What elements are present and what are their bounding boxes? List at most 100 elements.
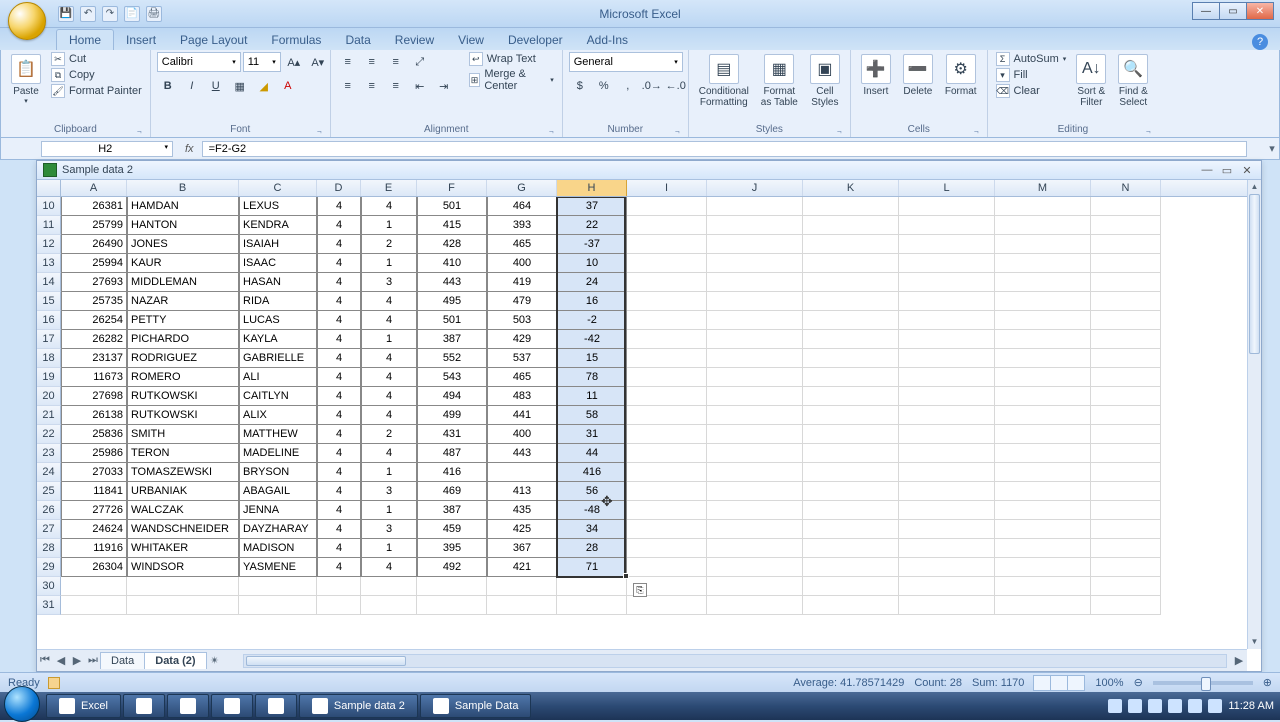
autosum-button[interactable]: ΣAutoSum▾ — [994, 52, 1069, 66]
cell[interactable] — [1091, 311, 1161, 330]
cell[interactable] — [417, 596, 487, 615]
cell[interactable]: 4 — [361, 558, 417, 577]
cell[interactable] — [707, 216, 803, 235]
cell[interactable] — [803, 197, 899, 216]
cell[interactable] — [899, 254, 995, 273]
cell[interactable] — [627, 197, 707, 216]
taskbar-item[interactable] — [255, 694, 297, 718]
cell[interactable]: 26490 — [61, 235, 127, 254]
cell[interactable] — [627, 501, 707, 520]
cell[interactable]: MADISON — [239, 539, 317, 558]
cell[interactable]: 3 — [361, 520, 417, 539]
cell[interactable] — [239, 577, 317, 596]
taskbar-item[interactable]: Sample data 2 — [299, 694, 418, 718]
col-header-K[interactable]: K — [803, 180, 899, 196]
find-select-button[interactable]: 🔍Find & Select — [1114, 52, 1152, 110]
cell[interactable]: -37 — [557, 235, 627, 254]
qat-button[interactable]: 🖨 — [146, 6, 162, 22]
cell[interactable]: 4 — [317, 520, 361, 539]
cell[interactable]: 1 — [361, 463, 417, 482]
cell[interactable] — [361, 596, 417, 615]
cell[interactable]: 4 — [361, 406, 417, 425]
horizontal-scrollbar[interactable] — [243, 654, 1227, 668]
cell[interactable] — [803, 444, 899, 463]
cell[interactable]: 4 — [317, 463, 361, 482]
cell[interactable]: JENNA — [239, 501, 317, 520]
align-right-icon[interactable]: ≡ — [385, 76, 407, 96]
row-header[interactable]: 19 — [37, 368, 61, 387]
cell[interactable] — [803, 558, 899, 577]
cell[interactable] — [707, 482, 803, 501]
indent-icon[interactable]: ⇥ — [433, 76, 455, 96]
cell[interactable]: 4 — [317, 273, 361, 292]
cell[interactable]: 26138 — [61, 406, 127, 425]
cell[interactable] — [803, 387, 899, 406]
col-header-N[interactable]: N — [1091, 180, 1161, 196]
col-header-H[interactable]: H — [557, 180, 627, 196]
col-header-J[interactable]: J — [707, 180, 803, 196]
cell[interactable]: 4 — [317, 311, 361, 330]
cell[interactable] — [995, 349, 1091, 368]
cell[interactable]: 4 — [317, 254, 361, 273]
cell[interactable]: MADELINE — [239, 444, 317, 463]
cell[interactable]: 24624 — [61, 520, 127, 539]
row-header[interactable]: 13 — [37, 254, 61, 273]
cell[interactable] — [627, 330, 707, 349]
cell[interactable] — [995, 292, 1091, 311]
cell[interactable] — [803, 577, 899, 596]
qat-button[interactable]: ↶ — [80, 6, 96, 22]
col-header-A[interactable]: A — [61, 180, 127, 196]
cell[interactable] — [899, 292, 995, 311]
col-header-G[interactable]: G — [487, 180, 557, 196]
cell[interactable] — [317, 577, 361, 596]
cell[interactable] — [995, 235, 1091, 254]
cell[interactable] — [803, 425, 899, 444]
grow-font-icon[interactable]: A▴ — [283, 52, 305, 72]
cell[interactable]: WALCZAK — [127, 501, 239, 520]
cell[interactable] — [995, 539, 1091, 558]
font-color-icon[interactable]: A — [277, 76, 299, 96]
cell[interactable] — [627, 444, 707, 463]
cell[interactable]: 25986 — [61, 444, 127, 463]
cell[interactable] — [239, 596, 317, 615]
cell[interactable]: 11841 — [61, 482, 127, 501]
cell[interactable]: 410 — [417, 254, 487, 273]
cell[interactable]: 413 — [487, 482, 557, 501]
cell[interactable]: PETTY — [127, 311, 239, 330]
cell[interactable]: 4 — [361, 311, 417, 330]
cell[interactable] — [627, 387, 707, 406]
tray-icon[interactable] — [1168, 699, 1182, 713]
qat-button[interactable]: 💾 — [58, 6, 74, 22]
col-header-C[interactable]: C — [239, 180, 317, 196]
align-left-icon[interactable]: ≡ — [337, 76, 359, 96]
qat-button[interactable]: 📄 — [124, 6, 140, 22]
cell[interactable]: RUTKOWSKI — [127, 406, 239, 425]
tray-icon[interactable] — [1188, 699, 1202, 713]
cell[interactable]: 459 — [417, 520, 487, 539]
cell[interactable] — [627, 349, 707, 368]
col-header-B[interactable]: B — [127, 180, 239, 196]
cell[interactable] — [899, 577, 995, 596]
cell[interactable] — [487, 596, 557, 615]
cell[interactable] — [1091, 387, 1161, 406]
number-format-combo[interactable]: General▾ — [569, 52, 683, 72]
cell[interactable] — [627, 520, 707, 539]
tab-add-ins[interactable]: Add-Ins — [575, 30, 640, 50]
cell[interactable] — [803, 235, 899, 254]
cell[interactable]: 56 — [557, 482, 627, 501]
cell[interactable] — [627, 463, 707, 482]
cell[interactable]: 1 — [361, 539, 417, 558]
minimize-button[interactable]: — — [1192, 2, 1220, 20]
cell[interactable] — [995, 387, 1091, 406]
cell[interactable]: 421 — [487, 558, 557, 577]
cell[interactable]: 4 — [361, 349, 417, 368]
cell[interactable]: ISAIAH — [239, 235, 317, 254]
cell[interactable]: 435 — [487, 501, 557, 520]
cell[interactable] — [61, 596, 127, 615]
taskbar-item[interactable]: Excel — [46, 694, 121, 718]
cell[interactable]: 27033 — [61, 463, 127, 482]
row-header[interactable]: 15 — [37, 292, 61, 311]
cell[interactable]: 4 — [317, 197, 361, 216]
cell[interactable]: 4 — [317, 235, 361, 254]
copy-button[interactable]: ⧉Copy — [49, 68, 144, 82]
